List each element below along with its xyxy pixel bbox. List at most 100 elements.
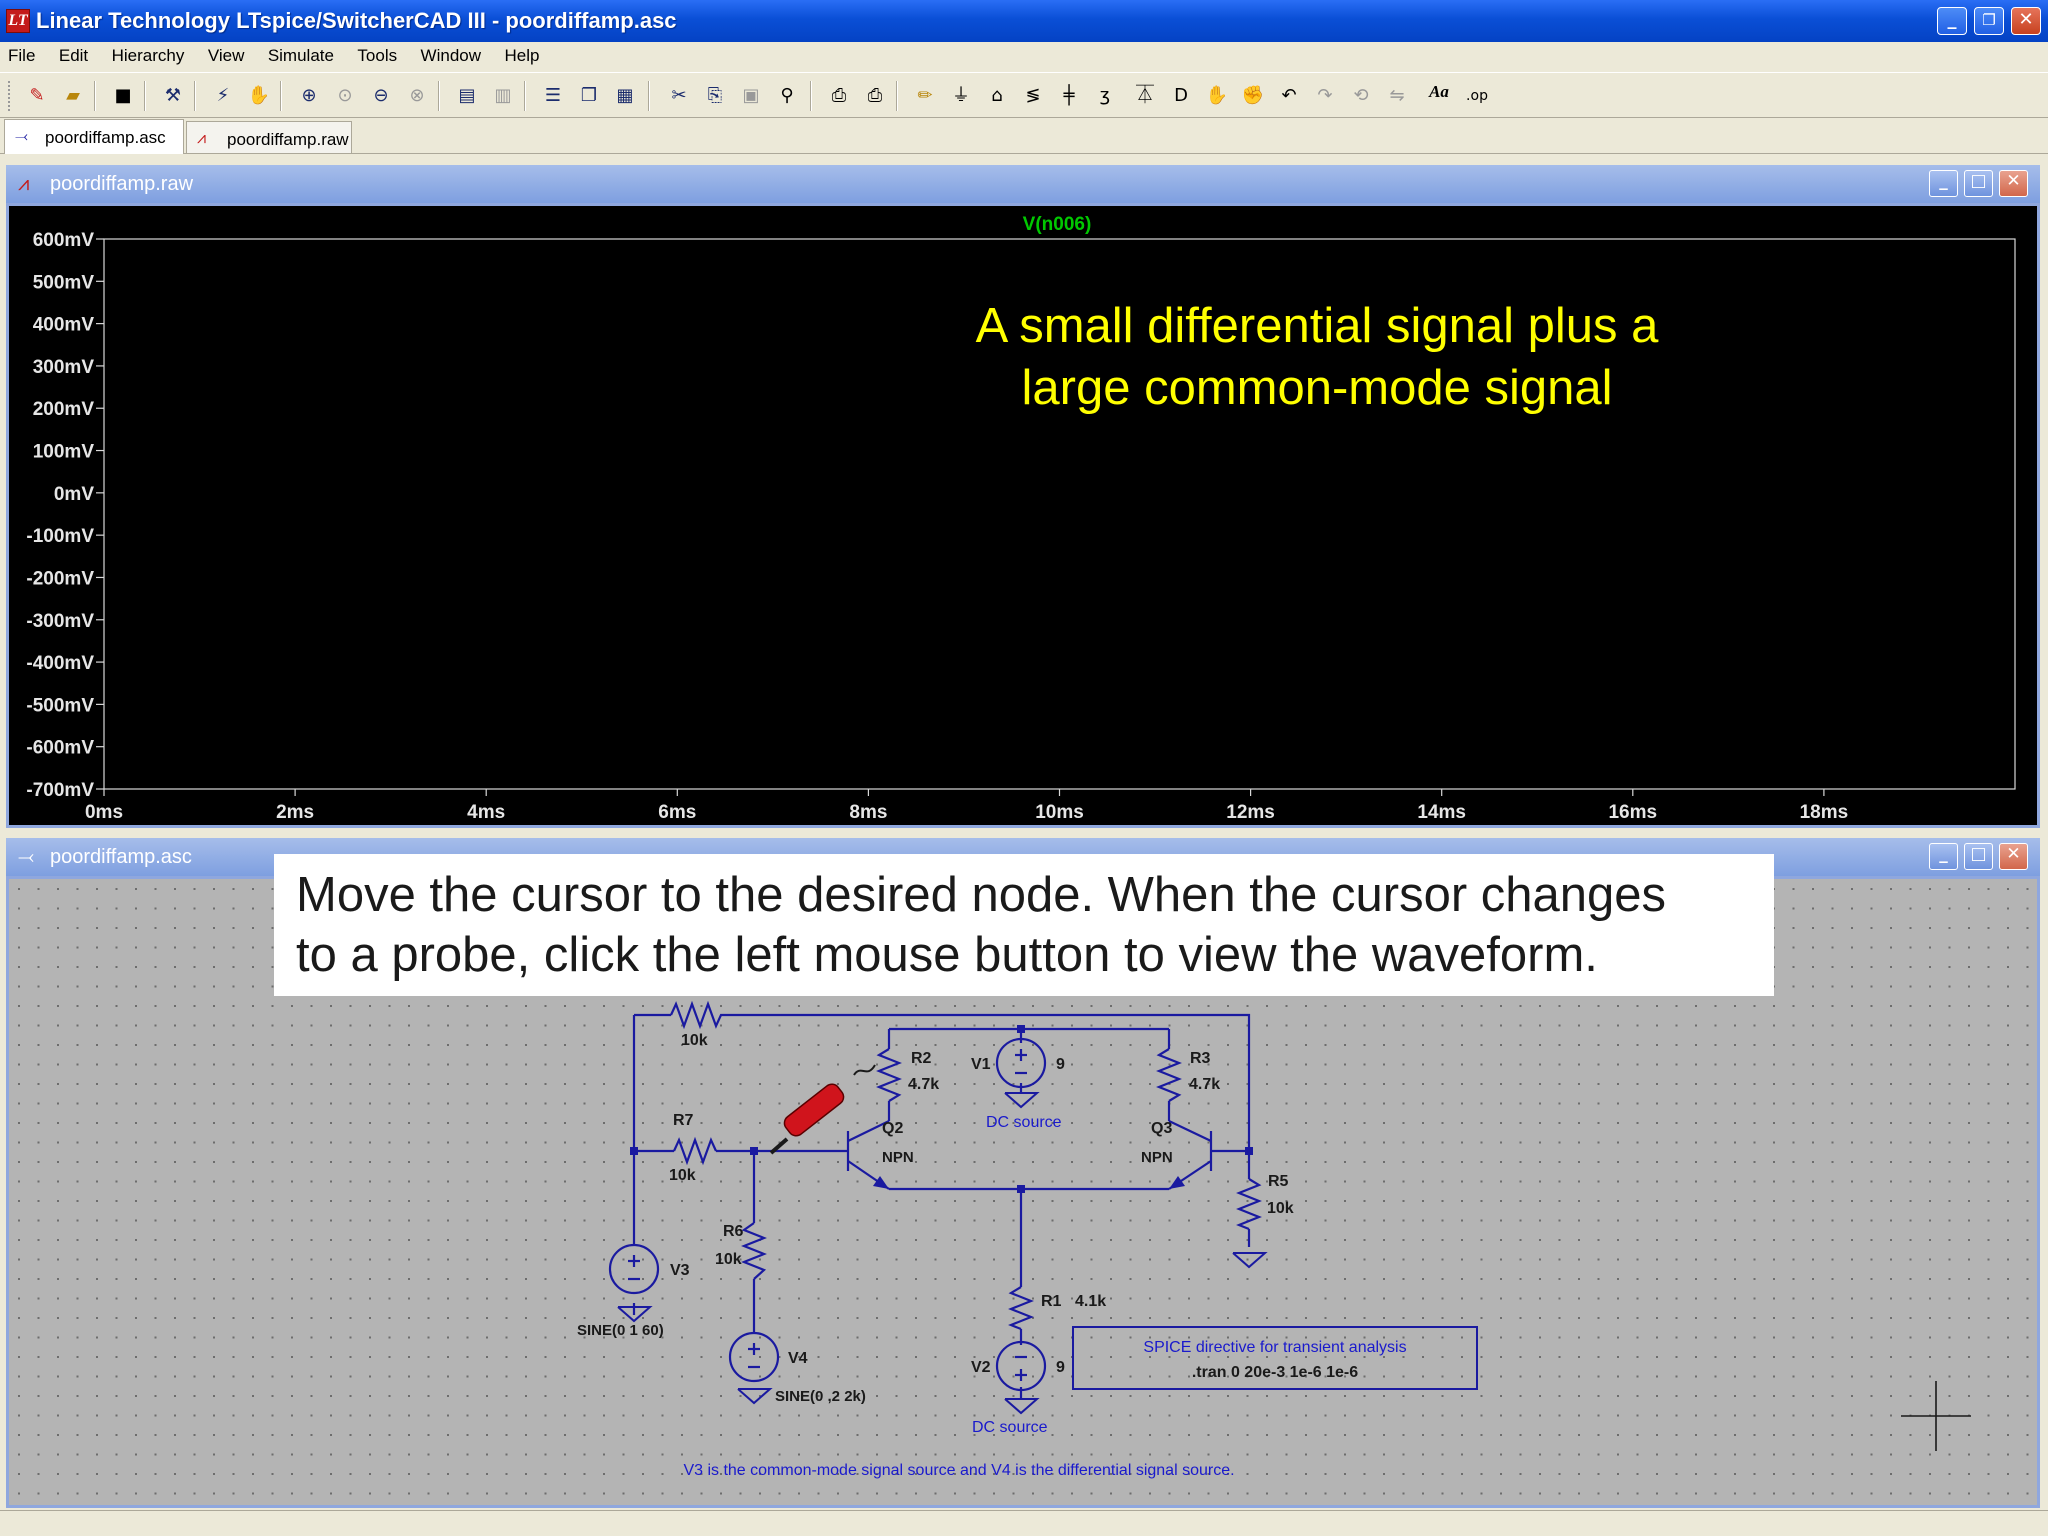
cut-icon[interactable]: ✂ — [664, 82, 694, 110]
menu-hierarchy[interactable]: Hierarchy — [112, 42, 185, 66]
restore-button[interactable]: ❐ — [1974, 7, 2004, 35]
x-tick-label[interactable]: 16ms — [1608, 802, 1657, 823]
directive-title[interactable]: SPICE directive for transient analysis — [1143, 1339, 1406, 1356]
ltspice-app-icon[interactable]: LT — [6, 9, 30, 33]
r2-value[interactable]: 4.7k — [908, 1076, 939, 1093]
y-tick-label[interactable]: 300mV — [33, 357, 95, 378]
q3-name[interactable]: Q3 — [1151, 1120, 1172, 1137]
text-icon[interactable]: Aa — [1424, 82, 1454, 110]
mirror-icon[interactable]: ⇋ — [1382, 82, 1412, 110]
undo-icon[interactable]: ↶ — [1274, 82, 1304, 110]
plot-window-titlebar[interactable]: ⩘ poordiffamp.raw _ □ ✕ — [6, 165, 2040, 203]
q2-name[interactable]: Q2 — [882, 1120, 903, 1137]
y-tick-label[interactable]: 500mV — [33, 272, 95, 293]
rotate-icon[interactable]: ⟲ — [1346, 82, 1376, 110]
y-tick-label[interactable]: 100mV — [33, 442, 95, 463]
plot-close-button[interactable]: ✕ — [1999, 170, 2028, 197]
y-tick-label[interactable]: -600mV — [26, 738, 94, 759]
menu-help[interactable]: Help — [504, 42, 539, 66]
y-tick-label[interactable]: 0mV — [54, 484, 94, 505]
schematic-close-button[interactable]: ✕ — [1999, 843, 2028, 870]
redo-icon[interactable]: ↷ — [1310, 82, 1340, 110]
print-setup-icon[interactable]: ⎙ — [824, 82, 854, 110]
menu-tools[interactable]: Tools — [357, 42, 397, 66]
v2-comment[interactable]: DC source — [972, 1419, 1048, 1436]
y-tick-label[interactable]: -700mV — [26, 780, 94, 801]
y-tick-label[interactable]: -500mV — [26, 695, 94, 716]
menu-view[interactable]: View — [208, 42, 245, 66]
component-icon[interactable]: D — [1166, 82, 1196, 110]
ground-icon[interactable]: ⏚ — [946, 82, 976, 110]
r5-name[interactable]: R5 — [1268, 1173, 1289, 1190]
menu-window[interactable]: Window — [421, 42, 481, 66]
paste-icon[interactable]: ▣ — [736, 82, 766, 110]
v4-name[interactable]: V4 — [788, 1350, 808, 1367]
r6-value[interactable]: 10k — [715, 1251, 742, 1268]
x-tick-label[interactable]: 6ms — [658, 802, 696, 823]
tab-poordiffamp-asc[interactable]: ⤙ poordiffamp.asc — [4, 119, 184, 154]
minimize-button[interactable]: _ — [1937, 7, 1967, 35]
tab-poordiffamp-raw[interactable]: ⩘ poordiffamp.raw — [186, 121, 352, 153]
zoom-in-icon[interactable]: ⊕ — [294, 82, 324, 110]
q3-model[interactable]: NPN — [1141, 1149, 1173, 1166]
halt-icon[interactable]: ✋ — [244, 82, 274, 110]
resistor-top-value[interactable]: 10k — [681, 1032, 708, 1049]
y-tick-label[interactable]: -300mV — [26, 611, 94, 632]
zoom-area-icon[interactable]: ⊙ — [330, 82, 360, 110]
x-tick-label[interactable]: 2ms — [276, 802, 314, 823]
autorange-icon[interactable]: ▤ — [452, 82, 482, 110]
q2-model[interactable]: NPN — [882, 1149, 914, 1166]
directive-text[interactable]: .tran 0 20e-3 1e-6 1e-6 — [1192, 1364, 1358, 1381]
label-net-icon[interactable]: ⌂ — [982, 82, 1012, 110]
tile-horizontal-icon[interactable]: ☰ — [538, 82, 568, 110]
r7-name[interactable]: R7 — [673, 1112, 694, 1129]
r1-name[interactable]: R1 — [1041, 1293, 1062, 1310]
y-tick-label[interactable]: 200mV — [33, 399, 95, 420]
plot-minimize-button[interactable]: _ — [1929, 170, 1958, 197]
v2-name[interactable]: V2 — [971, 1359, 991, 1376]
cascade-icon[interactable]: ❐ — [574, 82, 604, 110]
drag-icon[interactable]: ✊ — [1238, 82, 1268, 110]
schematic-minimize-button[interactable]: _ — [1929, 843, 1958, 870]
x-tick-label[interactable]: 10ms — [1035, 802, 1084, 823]
diode-icon[interactable]: ⏄ — [1130, 82, 1160, 110]
r1-value[interactable]: 4.1k — [1075, 1293, 1106, 1310]
r5-value[interactable]: 10k — [1267, 1200, 1294, 1217]
r3-name[interactable]: R3 — [1190, 1050, 1211, 1067]
trace-name-label[interactable]: V(n006) — [1023, 214, 1092, 235]
x-tick-label[interactable]: 0ms — [85, 802, 123, 823]
menu-simulate[interactable]: Simulate — [268, 42, 334, 66]
schematic-maximize-button[interactable]: □ — [1964, 843, 1993, 870]
toolbar-grip[interactable] — [8, 81, 11, 111]
print-icon[interactable]: ⎙ — [860, 82, 890, 110]
y-tick-label[interactable]: 600mV — [33, 230, 95, 251]
r7-value[interactable]: 10k — [669, 1167, 696, 1184]
v1-value[interactable]: 9 — [1056, 1056, 1065, 1073]
find-icon[interactable]: ⚲ — [772, 82, 802, 110]
v3-value[interactable]: SINE(0 1 60) — [577, 1322, 664, 1339]
close-button[interactable]: ✕ — [2011, 7, 2041, 35]
tile-vertical-icon[interactable]: ▦ — [610, 82, 640, 110]
x-tick-label[interactable]: 4ms — [467, 802, 505, 823]
move-icon[interactable]: ✋ — [1202, 82, 1232, 110]
copy-icon[interactable]: ⎘ — [700, 82, 730, 110]
x-tick-label[interactable]: 18ms — [1800, 802, 1849, 823]
y-tick-label[interactable]: -100mV — [26, 526, 94, 547]
waveform-plot[interactable]: V(n006) 600mV 500mV 400mV 300mV 200mV 100mV 0m… — [9, 206, 2037, 825]
open-icon[interactable]: ▰ — [58, 82, 88, 110]
y-tick-label[interactable]: -200mV — [26, 568, 94, 589]
x-tick-label[interactable]: 14ms — [1417, 802, 1466, 823]
y-tick-label[interactable]: 400mV — [33, 315, 95, 336]
capacitor-icon[interactable]: ╪ — [1054, 82, 1084, 110]
resistor-icon[interactable]: ≶ — [1018, 82, 1048, 110]
v2-value[interactable]: 9 — [1056, 1359, 1065, 1376]
plot-pane[interactable]: V(n006) 600mV 500mV 400mV 300mV 200mV 100mV 0m… — [6, 203, 2040, 828]
r3-value[interactable]: 4.7k — [1189, 1076, 1220, 1093]
v4-value[interactable]: SINE(0 ,2 2k) — [775, 1388, 866, 1405]
plot-maximize-button[interactable]: □ — [1964, 170, 1993, 197]
y-tick-label[interactable]: -400mV — [26, 653, 94, 674]
save-icon[interactable]: ■ — [108, 82, 138, 110]
wire-icon[interactable]: ✏ — [910, 82, 940, 110]
x-tick-label[interactable]: 8ms — [849, 802, 887, 823]
mark-unref-icon[interactable]: ▥ — [488, 82, 518, 110]
